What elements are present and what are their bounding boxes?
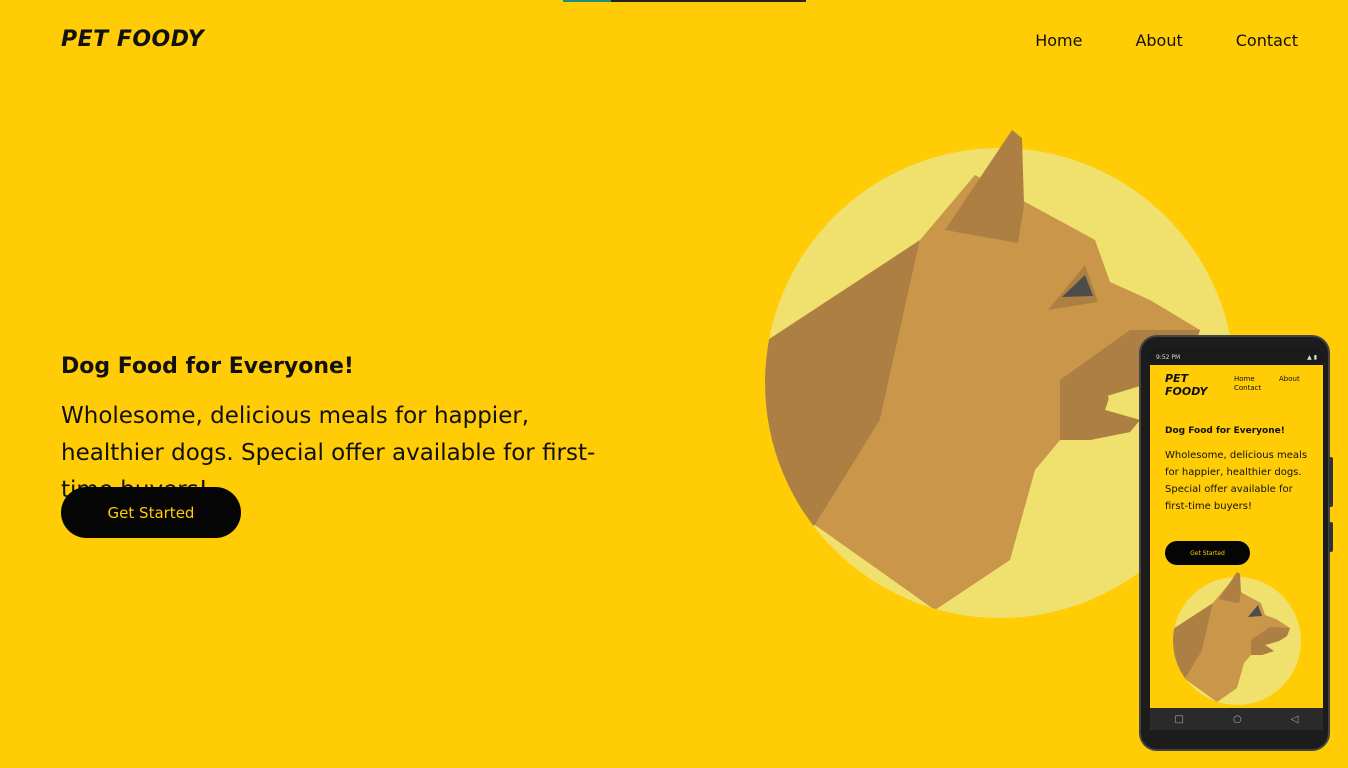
mobile-hero-title: Dog Food for Everyone! bbox=[1165, 426, 1285, 436]
mobile-logo-line1: PET bbox=[1165, 372, 1189, 385]
mobile-get-started-button[interactable]: Get Started bbox=[1165, 541, 1250, 565]
mobile-nav-about[interactable]: About bbox=[1279, 375, 1300, 383]
dog-tooth bbox=[1108, 395, 1140, 410]
phone-status-bar: 9:52 PM ▲ ▮ bbox=[1150, 349, 1323, 365]
square-icon[interactable]: □ bbox=[1175, 714, 1184, 725]
phone-screen: 9:52 PM ▲ ▮ PET FOODY Home Contact About… bbox=[1150, 349, 1323, 730]
nav-about-link[interactable]: About bbox=[1135, 31, 1182, 50]
mobile-hero-description: Wholesome, delicious meals for happier, … bbox=[1165, 450, 1308, 512]
mobile-nav-home[interactable]: Home bbox=[1234, 375, 1255, 383]
dog-ear bbox=[945, 130, 1024, 243]
phone-mockup: 9:52 PM ▲ ▮ PET FOODY Home Contact About… bbox=[1139, 335, 1333, 751]
main-nav: Home About Contact bbox=[1035, 31, 1298, 50]
circle-icon[interactable]: ○ bbox=[1233, 714, 1242, 725]
mobile-logo-line2: FOODY bbox=[1165, 385, 1208, 398]
top-scroll-indicator bbox=[563, 0, 806, 2]
status-icons: ▲ ▮ bbox=[1307, 353, 1317, 361]
hero-title: Dog Food for Everyone! bbox=[61, 354, 354, 379]
site-logo[interactable]: PET FOODY bbox=[61, 27, 204, 52]
nav-home-link[interactable]: Home bbox=[1035, 31, 1082, 50]
mobile-dog-illustration bbox=[1173, 572, 1301, 705]
mobile-nav-contact[interactable]: Contact bbox=[1234, 384, 1261, 392]
triangle-back-icon[interactable]: ◁ bbox=[1291, 714, 1299, 725]
get-started-button[interactable]: Get Started bbox=[61, 487, 241, 538]
status-time: 9:52 PM bbox=[1156, 353, 1181, 361]
nav-contact-link[interactable]: Contact bbox=[1236, 31, 1298, 50]
phone-nav-bar: □ ○ ◁ bbox=[1150, 708, 1323, 730]
phone-volume-button bbox=[1329, 457, 1333, 507]
mobile-logo[interactable]: PET FOODY bbox=[1165, 372, 1207, 398]
dog-eye bbox=[1048, 265, 1098, 310]
phone-power-button bbox=[1329, 522, 1333, 552]
dog-eye-pupil bbox=[1062, 275, 1093, 297]
dog-neck-dark bbox=[765, 240, 920, 560]
